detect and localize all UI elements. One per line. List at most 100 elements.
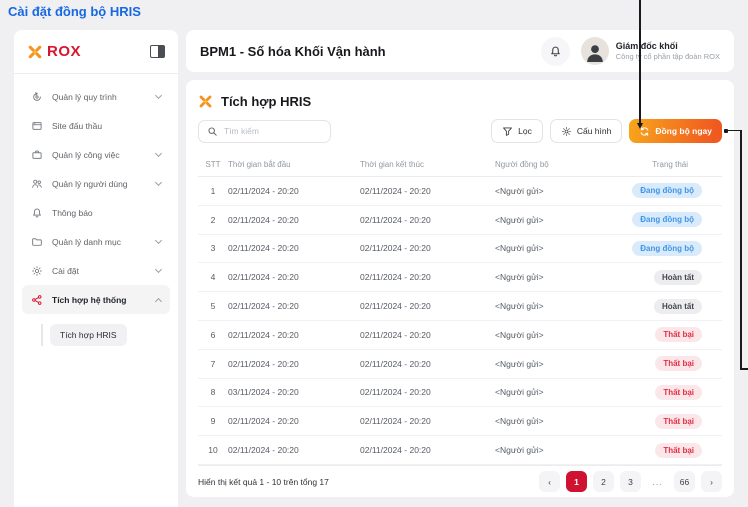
sidebar-item-icon [31, 91, 43, 103]
sidebar-item-icon [31, 236, 43, 248]
sidebar-item[interactable]: Quản lý danh mục [22, 227, 170, 256]
status-badge: Hoàn tất [654, 270, 702, 285]
rox-logo-icon [27, 44, 43, 60]
funnel-icon [502, 126, 513, 137]
row-sync-user: <Người gửi> [495, 215, 630, 225]
row-start-time: 02/11/2024 - 20:20 [228, 186, 360, 196]
row-sync-user: <Người gửi> [495, 416, 630, 426]
row-index: 6 [198, 330, 228, 340]
status-badge: Hoàn tất [654, 299, 702, 314]
sidebar-item[interactable]: Quản lý quy trình [22, 82, 170, 111]
row-index: 2 [198, 215, 228, 225]
page-button[interactable]: 1 [566, 471, 587, 492]
chevron-icon [155, 178, 162, 185]
chevron-icon [155, 149, 162, 156]
user-menu[interactable]: Giám đốc khối Công ty cổ phần tập đoàn R… [581, 37, 720, 65]
col-header-stt: STT [198, 160, 228, 169]
sidebar: ROX Quản lý quy trình Site đấu thầu Quản… [14, 30, 178, 507]
row-sync-user: <Người gửi> [495, 272, 630, 282]
sidebar-subitem-hris[interactable]: Tích hợp HRIS [50, 324, 127, 346]
sidebar-item-icon [31, 207, 43, 219]
status-badge: Thất bại [655, 356, 702, 371]
sidebar-item[interactable]: Quản lý công việc [22, 140, 170, 169]
user-name: Giám đốc khối [616, 41, 720, 52]
row-start-time: 02/11/2024 - 20:20 [228, 445, 360, 455]
row-start-time: 02/11/2024 - 20:20 [228, 272, 360, 282]
table-row: 9 02/11/2024 - 20:20 02/11/2024 - 20:20 … [198, 407, 722, 436]
sync-now-button[interactable]: Đồng bộ ngay [629, 119, 722, 143]
status-badge: Thất bại [655, 414, 702, 429]
annotation-line-vertical-config [639, 0, 641, 124]
col-header-end: Thời gian kết thúc [360, 160, 495, 169]
person-icon [583, 41, 607, 65]
annotation-arrowhead [637, 123, 643, 129]
row-index: 4 [198, 272, 228, 282]
config-button[interactable]: Cấu hình [550, 119, 623, 143]
prev-page-button[interactable]: ‹ [539, 471, 560, 492]
row-start-time: 02/11/2024 - 20:20 [228, 330, 360, 340]
row-index: 1 [198, 186, 228, 196]
table-row: 8 03/11/2024 - 20:20 02/11/2024 - 20:20 … [198, 379, 722, 408]
status-badge: Thất bại [655, 385, 702, 400]
status-badge: Đang đồng bộ [632, 183, 702, 198]
sync-now-button-label: Đồng bộ ngay [655, 126, 712, 136]
row-end-time: 02/11/2024 - 20:20 [360, 330, 495, 340]
sidebar-item-icon [31, 265, 43, 277]
chevron-icon [155, 236, 162, 243]
row-end-time: 02/11/2024 - 20:20 [360, 387, 495, 397]
row-sync-user: <Người gửi> [495, 301, 630, 311]
row-end-time: 02/11/2024 - 20:20 [360, 215, 495, 225]
avatar [581, 37, 609, 65]
table-row: 6 02/11/2024 - 20:20 02/11/2024 - 20:20 … [198, 321, 722, 350]
rox-logo: ROX [27, 43, 81, 60]
sidebar-item[interactable]: Site đấu thầu [22, 111, 170, 140]
row-index: 7 [198, 359, 228, 369]
table-row: 3 02/11/2024 - 20:20 02/11/2024 - 20:20 … [198, 235, 722, 264]
sidebar-item-label: Site đấu thầu [52, 121, 147, 131]
sidebar-item[interactable]: Quản lý người dùng [22, 169, 170, 198]
row-end-time: 02/11/2024 - 20:20 [360, 186, 495, 196]
row-start-time: 02/11/2024 - 20:20 [228, 359, 360, 369]
page-button[interactable]: ... [647, 471, 668, 492]
next-page-button[interactable]: › [701, 471, 722, 492]
row-start-time: 02/11/2024 - 20:20 [228, 301, 360, 311]
table-header-row: STT Thời gian bắt đầu Thời gian kết thúc… [198, 153, 722, 177]
search-icon [207, 126, 218, 137]
status-badge: Đang đồng bộ [632, 241, 702, 256]
sidebar-item[interactable]: Cài đặt [22, 256, 170, 285]
sidebar-item-icon [31, 120, 43, 132]
notification-bell-button[interactable] [541, 37, 570, 66]
sidebar-nav: Quản lý quy trình Site đấu thầu Quản lý … [14, 74, 178, 322]
rox-mark-icon [198, 94, 213, 109]
row-sync-user: <Người gửi> [495, 330, 630, 340]
sidebar-item[interactable]: Thông báo [22, 198, 170, 227]
row-sync-user: <Người gửi> [495, 186, 630, 196]
page-button[interactable]: 2 [593, 471, 614, 492]
sidebar-collapse-icon[interactable] [150, 45, 165, 58]
annotation-line-horizontal-bottom [740, 368, 748, 370]
filter-button[interactable]: Lọc [491, 119, 543, 143]
row-end-time: 02/11/2024 - 20:20 [360, 243, 495, 253]
pagination: ‹ 1 2 3 ... 66 › [539, 471, 722, 492]
search-box [198, 120, 331, 143]
chevron-icon [155, 265, 162, 272]
sidebar-item-label: Cài đặt [52, 266, 147, 276]
table-body: 1 02/11/2024 - 20:20 02/11/2024 - 20:20 … [198, 177, 722, 465]
page-button[interactable]: 3 [620, 471, 641, 492]
row-end-time: 02/11/2024 - 20:20 [360, 445, 495, 455]
row-sync-user: <Người gửi> [495, 243, 630, 253]
sidebar-item-icon [31, 149, 43, 161]
row-index: 3 [198, 243, 228, 253]
row-start-time: 03/11/2024 - 20:20 [228, 387, 360, 397]
page-button[interactable]: 66 [674, 471, 695, 492]
sidebar-item-icon [31, 294, 43, 306]
section-title: Tích hợp HRIS [221, 94, 311, 109]
col-header-start: Thời gian bắt đầu [228, 160, 360, 169]
row-start-time: 02/11/2024 - 20:20 [228, 215, 360, 225]
search-input[interactable] [224, 126, 322, 136]
sidebar-item[interactable]: Tích hợp hệ thống [22, 285, 170, 314]
app-title: BPM1 - Số hóa Khối Vận hành [200, 44, 541, 59]
sidebar-item-label: Quản lý công việc [52, 150, 147, 160]
main-panel: Tích hợp HRIS Lọc Cấu hình Đồng bộ ngay … [186, 80, 734, 497]
sidebar-item-label: Quản lý người dùng [52, 179, 147, 189]
